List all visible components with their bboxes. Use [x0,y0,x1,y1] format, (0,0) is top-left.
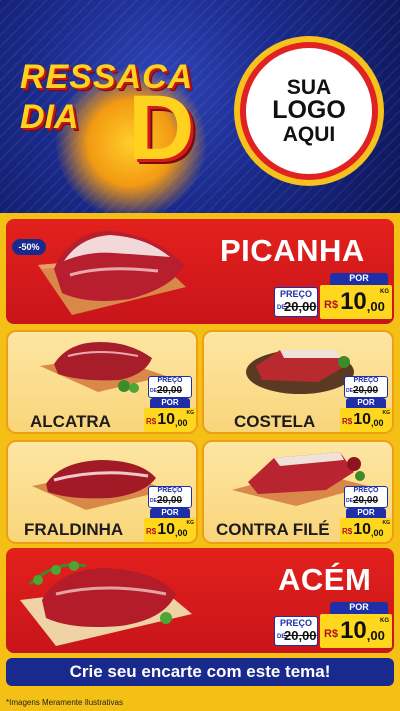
product-card-contra-file[interactable]: CONTRA FILÉ PREÇO DE 20,00 POR R$ 10 ,00… [202,440,394,544]
costela-image [246,350,354,394]
product-card-picanha[interactable]: -50% PICANHA PREÇO DE 20,00 POR R$ 10 ,0… [6,219,394,324]
old-price: 20,00 [284,628,317,643]
price-tag: PREÇO DE 20,00 POR R$ 10 ,00 KG [340,486,392,542]
title-letter: D [128,77,195,179]
old-price: 20,00 [353,385,379,396]
price-tag: PREÇO DE 20,00 POR R$ 10 ,00 KG [274,273,392,319]
product-card-acem[interactable]: ACÉM PREÇO DE 20,00 POR R$ 10 ,00 KG [6,548,394,653]
product-name: FRALDINHA [24,520,124,539]
por-label: POR [346,508,386,518]
header-banner: RESSACA DIA D SUA LOGO AQUI [0,0,400,213]
product-name: ACÉM [278,562,372,597]
old-price-box: PREÇO DE 20,00 [274,287,318,317]
por-label: POR [330,273,388,285]
product-name: COSTELA [234,412,316,431]
price-tag: PREÇO DE 20,00 POR R$ 10 ,00 KG [340,376,392,432]
old-price: 20,00 [157,495,183,506]
por-label: POR [150,398,190,408]
product-card-fraldinha[interactable]: FRALDINHA PREÇO DE 20,00 POR R$ 10 ,00 K… [6,440,198,544]
old-price: 20,00 [284,299,317,314]
price-tag: PREÇO DE 20,00 POR R$ 10 ,00 KG [274,602,392,648]
current-price: R$ 10 ,00 KG [320,614,392,648]
logo-text-1: SUA [286,75,332,99]
product-card-costela[interactable]: COSTELA PREÇO DE 20,00 POR R$ 10 ,00 KG [202,330,394,434]
create-flyer-button[interactable]: Crie seu encarte com este tema! [6,658,394,686]
por-label: POR [150,508,190,518]
campaign-title: RESSACA DIA D [16,58,236,213]
acem-image [20,561,192,646]
picanha-image [38,231,186,315]
product-card-alcatra[interactable]: ALCATRA PREÇO DE 20,00 POR R$ 10 ,00 KG [6,330,198,434]
current-price: R$ 10 ,00 KG [320,285,392,319]
current-price: R$ 10 ,00 KG [340,408,392,432]
old-price-box: PREÇO DE 20,00 [274,616,318,646]
current-price: R$ 10 ,00 KG [144,408,196,432]
old-price: 20,00 [353,495,379,506]
product-name: ALCATRA [30,412,111,431]
price-tag: PREÇO DE 20,00 POR R$ 10 ,00 KG [144,486,196,542]
product-name: CONTRA FILÉ [216,520,330,539]
logo-text-2: LOGO [272,96,346,125]
old-price: 20,00 [157,385,183,396]
current-price: R$ 10 ,00 KG [144,518,196,542]
por-label: POR [330,602,388,614]
discount-badge: -50% [12,239,46,255]
current-price: R$ 10 ,00 KG [340,518,392,542]
disclaimer-text: *Imagens Meramente Ilustrativas [6,698,123,707]
por-label: POR [346,398,386,408]
flyer-page: RESSACA DIA D SUA LOGO AQUI -50% PICANHA… [0,0,400,711]
price-tag: PREÇO DE 20,00 POR R$ 10 ,00 KG [144,376,196,432]
product-name: PICANHA [220,233,365,268]
logo-placeholder[interactable]: SUA LOGO AQUI [240,42,378,180]
title-line-2: DIA [20,98,79,136]
logo-text-3: AQUI [282,122,336,146]
